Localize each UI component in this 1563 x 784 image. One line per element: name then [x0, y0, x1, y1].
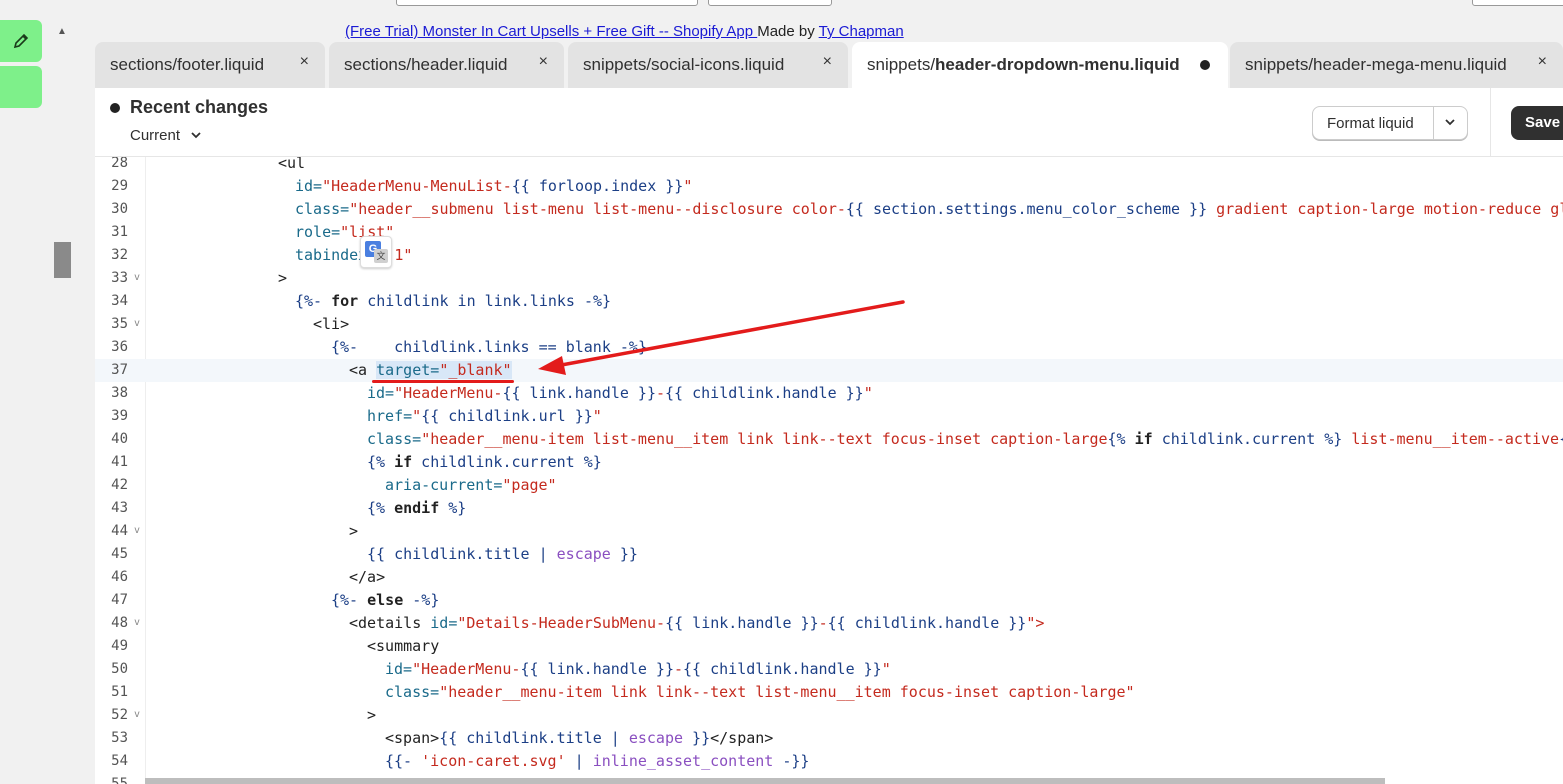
- top-right-fragment[interactable]: [1472, 0, 1563, 6]
- tab-header-liquid[interactable]: sections/header.liquid ×: [329, 42, 564, 88]
- top-input-fragment[interactable]: [396, 0, 698, 6]
- translate-char-glyph: 文: [374, 249, 388, 263]
- code-line: 32 tabindex="-1": [111, 246, 413, 264]
- code-line: 52 v >: [111, 706, 377, 724]
- google-translate-icon[interactable]: G 文: [360, 236, 392, 268]
- fold-icon[interactable]: v: [134, 318, 140, 329]
- top-button-fragment[interactable]: [708, 0, 832, 6]
- close-icon[interactable]: ×: [300, 53, 309, 71]
- close-icon[interactable]: ×: [823, 53, 832, 71]
- divider: [1490, 88, 1491, 156]
- code-line: 49 <summary: [111, 637, 440, 655]
- unsaved-dot-icon: [1200, 60, 1210, 70]
- code-editor-panel: Recent changes Current Format liquid Sav…: [95, 88, 1563, 784]
- promo-author-link[interactable]: Ty Chapman: [819, 23, 904, 40]
- code-line: 46 </a>: [111, 568, 386, 586]
- tab-label: snippets/header-dropdown-menu.liquid: [867, 55, 1180, 74]
- code-line: 50 id="HeaderMenu-{{ link.handle }}-{{ ch…: [111, 660, 891, 678]
- annotation-underline: [372, 380, 514, 383]
- fold-icon[interactable]: v: [134, 709, 140, 720]
- code-line: 30 class="header__submenu list-menu list-…: [111, 200, 1563, 218]
- code-line: 31 role="list": [111, 223, 395, 241]
- rail-button-2[interactable]: [0, 66, 42, 108]
- app-promo: (Free Trial) Monster In Cart Upsells + F…: [345, 23, 904, 40]
- fold-icon[interactable]: v: [134, 617, 140, 628]
- tab-header-dropdown-menu-liquid[interactable]: snippets/header-dropdown-menu.liquid: [852, 42, 1228, 88]
- horizontal-scrollbar[interactable]: [145, 778, 1385, 784]
- code-line: 44 v >: [111, 522, 359, 540]
- tab-label: sections/header.liquid: [344, 55, 508, 74]
- format-options-button[interactable]: [1434, 115, 1467, 132]
- code-line: 39 href="{{ childlink.url }}": [111, 407, 602, 425]
- status-dot-icon: [110, 103, 120, 113]
- tab-label: snippets/header-mega-menu.liquid: [1245, 55, 1507, 74]
- close-icon[interactable]: ×: [539, 53, 548, 71]
- scroll-up-icon[interactable]: ▲: [57, 26, 67, 37]
- code-line: 51 class="header__menu-item link link--te…: [111, 683, 1135, 701]
- scrollbar-thumb[interactable]: [54, 242, 71, 278]
- code-line-active: 37 <a target="_blank": [95, 359, 1563, 382]
- code-line: 42 aria-current="page": [111, 476, 557, 494]
- tab-footer-liquid[interactable]: sections/footer.liquid ×: [95, 42, 325, 88]
- chevron-down-icon: [191, 132, 201, 139]
- recent-changes-title: Recent changes: [130, 97, 269, 117]
- chevron-down-icon: [1445, 118, 1455, 125]
- code-area[interactable]: 28 <ul 29 id="HeaderMenu-MenuList-{{ forlo…: [95, 157, 1563, 784]
- editor-header: Recent changes Current Format liquid Sav…: [95, 88, 1563, 157]
- code-line: 48 v <details id="Details-HeaderSubMenu-{{…: [111, 614, 1045, 632]
- promo-link[interactable]: (Free Trial) Monster In Cart Upsells + F…: [345, 23, 757, 40]
- left-rail: [0, 20, 42, 784]
- code-line: 33 v >: [111, 269, 288, 287]
- code-line: 45{{ childlink.title | escape }}: [111, 545, 638, 563]
- promo-made-by: Made by: [757, 23, 819, 40]
- code-line: 29 id="HeaderMenu-MenuList-{{ forloop.ind…: [111, 177, 693, 195]
- tab-social-icons-liquid[interactable]: snippets/social-icons.liquid ×: [568, 42, 848, 88]
- code-line: 35 v <li>: [111, 315, 350, 333]
- fold-icon[interactable]: v: [134, 272, 140, 283]
- file-sidebar-scroll[interactable]: ▲: [42, 20, 74, 784]
- code-line: 54 {{- 'icon-caret.svg' | inline_asset_co…: [111, 752, 810, 770]
- format-liquid-button-group: Format liquid: [1312, 106, 1468, 140]
- edit-button[interactable]: [0, 20, 42, 62]
- tab-label: snippets/social-icons.liquid: [583, 55, 785, 74]
- code-line: 47 {%- else -%}: [111, 591, 440, 609]
- tab-header-mega-menu-liquid[interactable]: snippets/header-mega-menu.liquid ×: [1230, 42, 1563, 88]
- close-icon[interactable]: ×: [1538, 53, 1547, 71]
- format-liquid-button[interactable]: Format liquid: [1313, 115, 1433, 132]
- save-button[interactable]: Save: [1511, 106, 1563, 140]
- pencil-icon: [13, 33, 29, 49]
- code-line: 43 {% endif %}: [111, 499, 467, 517]
- tab-label: sections/footer.liquid: [110, 55, 265, 74]
- left-strip: [74, 20, 94, 784]
- fold-icon[interactable]: v: [134, 525, 140, 536]
- version-select-label: Current: [130, 127, 181, 144]
- version-select[interactable]: Current: [130, 127, 202, 144]
- code-line: 34 {%- for childlink in link.links -%}: [111, 292, 612, 310]
- code-line: 41 {% if childlink.current %}: [111, 453, 602, 471]
- code-line: 36 {%- childlink.links == blank -%}: [111, 338, 647, 356]
- code-line: 40 class="header__menu-item list-menu__it…: [111, 430, 1563, 448]
- code-line: 53 <span>{{ childlink.title | escape }}</…: [111, 729, 774, 747]
- code-line: 38 id="HeaderMenu-{{ link.handle }}-{{ ch…: [111, 384, 873, 402]
- browser-top-strip: [0, 0, 1563, 20]
- file-tabs: sections/footer.liquid × sections/header…: [95, 42, 1563, 88]
- code-line: 28 <ul: [111, 157, 306, 172]
